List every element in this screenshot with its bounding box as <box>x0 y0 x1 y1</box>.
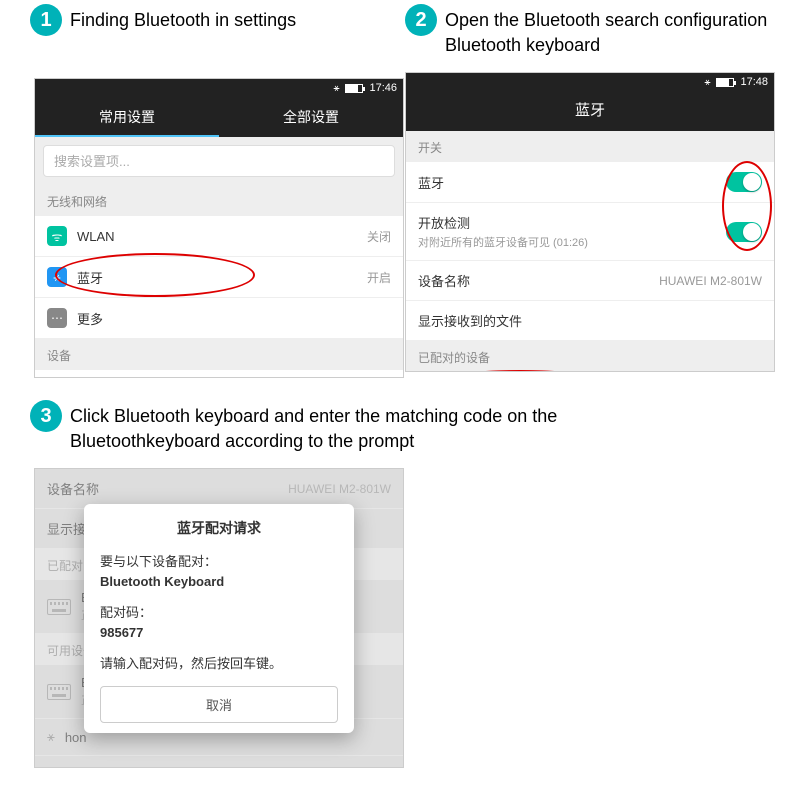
search-input[interactable]: 搜索设置项... <box>43 145 395 177</box>
wlan-label: WLAN <box>77 229 367 244</box>
dialog-overlay: 蓝牙配对请求 要与以下设备配对： Bluetooth Keyboard 配对码：… <box>35 469 403 767</box>
wlan-status: 关闭 <box>367 228 391 245</box>
section-device: 设备 <box>35 339 403 370</box>
status-bar: ⚹ 17:48 <box>406 73 774 91</box>
row-bt-toggle[interactable]: 蓝牙 <box>406 162 774 203</box>
step-2-text: Open the Bluetooth search configuration … <box>445 4 767 58</box>
battery-icon <box>716 78 734 87</box>
section-switch: 开关 <box>406 131 774 162</box>
settings-tabs: 常用设置 全部设置 <box>35 97 403 137</box>
dialog-instruction: 请输入配对码，然后按回车键。 <box>100 654 338 674</box>
bt-toggle[interactable] <box>726 172 762 192</box>
row-device-name[interactable]: 设备名称 HUAWEI M2-801W <box>406 261 774 301</box>
visibility-label: 开放检测 <box>418 213 726 232</box>
battery-icon <box>345 84 363 93</box>
step-2-header: 2 Open the Bluetooth search configuratio… <box>405 0 800 62</box>
dialog-title: 蓝牙配对请求 <box>100 518 338 538</box>
visibility-sub: 对附近所有的蓝牙设备可见 (01:26) <box>418 234 726 250</box>
step-3-text: Click Bluetooth keyboard and enter the m… <box>70 400 557 454</box>
screen-title: 蓝牙 <box>406 91 774 131</box>
device-name-value: HUAWEI M2-801W <box>659 274 762 288</box>
row-bluetooth[interactable]: ⚹ 蓝牙 开启 <box>35 257 403 298</box>
bt-label: 蓝牙 <box>77 268 367 287</box>
clock: 17:46 <box>369 82 397 94</box>
screenshot-3: 设备名称 HUAWEI M2-801W 显示接收到的文件 已配对的设备 Blu … <box>34 468 404 768</box>
pairing-dialog: 蓝牙配对请求 要与以下设备配对： Bluetooth Keyboard 配对码：… <box>84 504 354 733</box>
bt-label: 蓝牙 <box>418 173 726 192</box>
step-1-text: Finding Bluetooth in settings <box>70 4 296 33</box>
clock: 17:48 <box>740 76 768 88</box>
screenshot-2: ⚹ 17:48 蓝牙 开关 蓝牙 开放检测 对附近所有的蓝牙设备可见 (01:2… <box>405 72 775 372</box>
bluetooth-icon: ⚹ <box>47 267 67 287</box>
visibility-toggle[interactable] <box>726 222 762 242</box>
status-bar: ⚹ 17:46 <box>35 79 403 97</box>
pair-device-name: Bluetooth Keyboard <box>100 572 338 592</box>
step-2-badge: 2 <box>405 4 437 36</box>
tab-common-settings[interactable]: 常用设置 <box>35 97 219 137</box>
section-wireless: 无线和网络 <box>35 185 403 216</box>
bt-status: 开启 <box>367 269 391 286</box>
step-1-badge: 1 <box>30 4 62 36</box>
row-visibility-toggle[interactable]: 开放检测 对附近所有的蓝牙设备可见 (01:26) <box>406 203 774 261</box>
tab-all-settings[interactable]: 全部设置 <box>219 97 403 137</box>
cancel-button[interactable]: 取消 <box>100 686 338 723</box>
pairing-code: 985677 <box>100 623 338 643</box>
more-icon: ⋯ <box>47 308 67 328</box>
row-more[interactable]: ⋯ 更多 <box>35 298 403 339</box>
step-1-header: 1 Finding Bluetooth in settings <box>0 0 395 40</box>
row-wlan[interactable]: ᯤ WLAN 关闭 <box>35 216 403 257</box>
wifi-icon: ᯤ <box>47 226 67 246</box>
row-display[interactable]: ▢ 显示 <box>35 370 403 378</box>
bluetooth-icon: ⚹ <box>333 83 339 94</box>
code-label: 配对码： <box>100 603 338 623</box>
device-name-label: 设备名称 <box>418 271 659 290</box>
row-received-files[interactable]: 显示接收到的文件 <box>406 301 774 341</box>
files-label: 显示接收到的文件 <box>418 311 762 330</box>
pair-with-label: 要与以下设备配对： <box>100 552 338 572</box>
more-label: 更多 <box>77 309 391 328</box>
section-paired: 已配对的设备 <box>406 341 774 372</box>
step-3-header: 3 Click Bluetooth keyboard and enter the… <box>0 396 800 458</box>
bluetooth-icon: ⚹ <box>704 77 710 88</box>
step-3-badge: 3 <box>30 400 62 432</box>
screenshot-1: ⚹ 17:46 常用设置 全部设置 搜索设置项... 无线和网络 ᯤ WLAN … <box>34 78 404 378</box>
